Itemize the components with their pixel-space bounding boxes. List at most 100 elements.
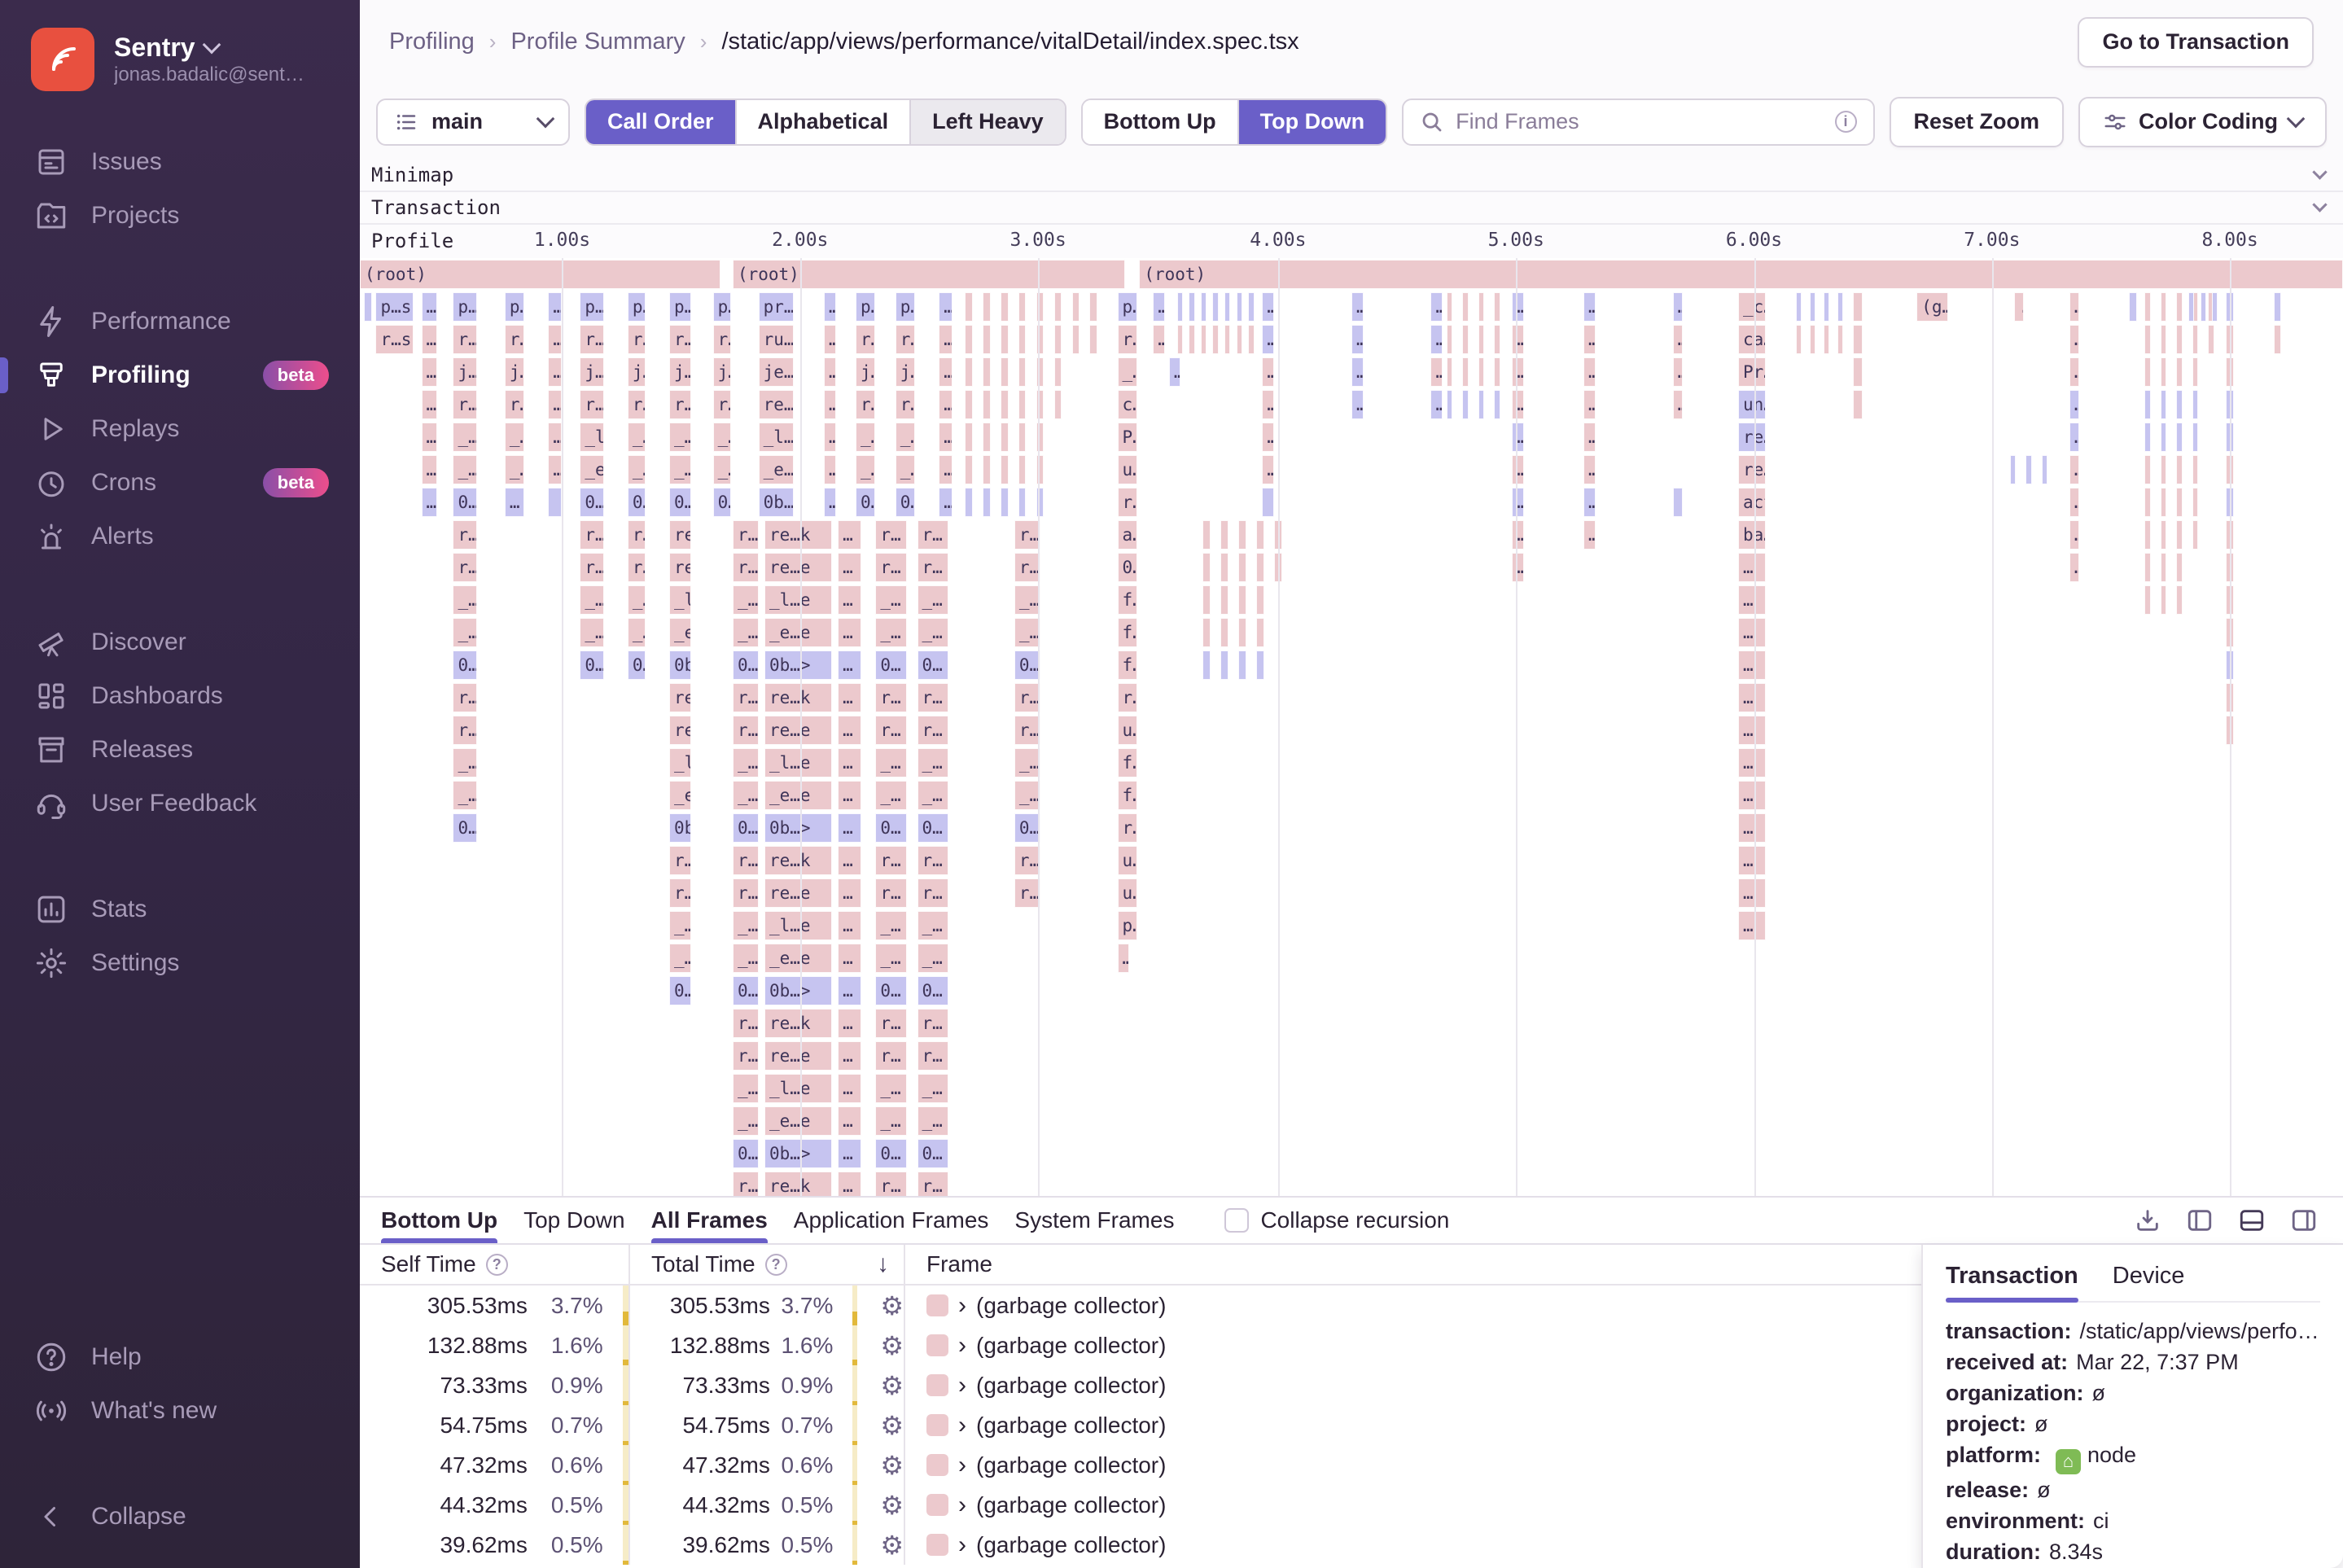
flame-cell[interactable]: r… xyxy=(732,846,759,875)
frame-table-row[interactable]: 47.32ms 0.6% 47.32ms 0.6% ⚙ › (garbage collect… xyxy=(360,1445,1921,1485)
flame-cell[interactable]: … xyxy=(421,357,437,387)
flame-cell[interactable]: … xyxy=(1430,325,1443,354)
flame-cell[interactable]: j…r xyxy=(669,357,691,387)
flame-cell[interactable] xyxy=(2226,716,2234,745)
flame-cell[interactable]: … xyxy=(1512,455,1524,484)
flame-cell[interactable] xyxy=(1176,325,1183,354)
flame-cell[interactable] xyxy=(982,292,991,322)
flame-cell[interactable] xyxy=(2273,292,2282,322)
flame-cell[interactable]: _e…e xyxy=(669,781,691,810)
gear-icon[interactable]: ⚙ xyxy=(880,1370,904,1401)
flame-cell[interactable]: _l…e xyxy=(669,748,691,777)
flame-cell[interactable]: r… xyxy=(875,846,908,875)
flame-cell[interactable] xyxy=(1202,585,1211,615)
flame-cell[interactable] xyxy=(1462,357,1469,387)
flame-cell[interactable]: 0… xyxy=(917,976,949,1005)
flame-cell[interactable] xyxy=(1236,325,1242,354)
flame-cell[interactable] xyxy=(2226,650,2234,680)
flame-cell[interactable] xyxy=(1809,292,1815,322)
flame-cell[interactable]: r… xyxy=(875,683,908,712)
flame-cell[interactable]: j… xyxy=(627,357,646,387)
flame-cell[interactable] xyxy=(1018,325,1027,354)
flame-cell[interactable]: … xyxy=(1583,455,1596,484)
flame-cell[interactable]: _… xyxy=(732,781,759,810)
flame-cell[interactable]: re…k xyxy=(669,683,691,712)
flame-cell[interactable] xyxy=(1053,325,1062,354)
flame-cell[interactable]: r…s xyxy=(580,325,604,354)
flame-cell[interactable]: … xyxy=(2069,390,2079,419)
flame-cell[interactable]: .. xyxy=(1853,292,1863,322)
flame-cell[interactable] xyxy=(2226,455,2234,484)
layout-right-icon[interactable] xyxy=(2289,1207,2319,1234)
flame-cell[interactable] xyxy=(1238,585,1246,615)
flame-cell[interactable]: _… xyxy=(732,944,759,973)
flame-cell[interactable] xyxy=(2144,390,2151,419)
flame-cell[interactable]: re…k xyxy=(764,520,832,550)
flame-cell[interactable] xyxy=(2192,390,2199,419)
breadcrumb-profile-summary[interactable]: Profile Summary xyxy=(510,28,685,55)
flame-cell[interactable]: re…k xyxy=(764,683,832,712)
flame-cell[interactable] xyxy=(1000,488,1009,517)
flame-cell[interactable]: 0… xyxy=(627,650,646,680)
flame-cell[interactable]: p…s xyxy=(1117,292,1137,322)
flame-cell[interactable]: f… xyxy=(1117,748,1137,777)
sidebar-item-whats-new[interactable]: What's new xyxy=(0,1384,360,1438)
transaction-row[interactable]: Transaction xyxy=(360,192,2343,225)
flame-cell[interactable]: … xyxy=(1738,748,1767,777)
flame-cell[interactable]: 0… xyxy=(875,976,908,1005)
flame-cell[interactable] xyxy=(1256,585,1264,615)
flame-cell[interactable] xyxy=(1000,423,1009,452)
flame-cell[interactable] xyxy=(982,390,991,419)
flame-cell[interactable]: j… xyxy=(712,357,731,387)
flame-cell[interactable] xyxy=(1446,357,1453,387)
flame-cell[interactable]: f… xyxy=(1117,650,1137,680)
sidebar-item-crons[interactable]: Crons beta xyxy=(0,456,360,510)
flame-cell[interactable] xyxy=(1462,292,1469,322)
flame-cell[interactable]: r… xyxy=(1117,813,1137,843)
sidebar-item-collapse[interactable]: Collapse xyxy=(0,1490,360,1544)
flame-cell[interactable] xyxy=(2041,455,2048,484)
flame-cell[interactable]: … xyxy=(1738,683,1767,712)
flame-cell[interactable]: un…n xyxy=(1738,390,1767,419)
flame-cell[interactable] xyxy=(2144,357,2151,387)
flame-cell[interactable] xyxy=(2226,585,2234,615)
flame-cell[interactable]: … xyxy=(824,357,836,387)
flame-cell[interactable]: … xyxy=(1512,423,1524,452)
flame-cell[interactable]: _l…e xyxy=(764,585,832,615)
flame-cell[interactable]: … xyxy=(1583,357,1596,387)
flame-cell[interactable] xyxy=(2208,325,2214,354)
flame-cell[interactable]: r… xyxy=(732,520,759,550)
flame-cell[interactable]: ru…s xyxy=(758,325,795,354)
flame-cell[interactable]: … xyxy=(2069,292,2079,322)
total-time-header[interactable]: Total Time xyxy=(651,1251,755,1277)
flame-cell[interactable] xyxy=(2176,325,2183,354)
sidebar-item-stats[interactable]: Stats xyxy=(0,883,360,936)
flame-cell[interactable] xyxy=(2176,390,2183,419)
flame-cell[interactable]: _l…e xyxy=(669,585,691,615)
flame-cell[interactable] xyxy=(548,488,563,517)
flame-cell[interactable]: r… xyxy=(917,1041,949,1071)
flame-cell[interactable]: P… xyxy=(1117,423,1137,452)
flame-cell[interactable]: p… xyxy=(627,292,646,322)
flame-cell[interactable] xyxy=(1036,325,1044,354)
flame-cell[interactable]: ca…n xyxy=(1738,325,1767,354)
flame-cell[interactable]: … xyxy=(1738,585,1767,615)
flame-cell[interactable]: _… xyxy=(917,1074,949,1103)
flame-cell[interactable]: p…s xyxy=(669,292,691,322)
flame-cell[interactable]: … xyxy=(1512,390,1524,419)
flame-cell[interactable]: (g…r) xyxy=(1916,292,1949,322)
flame-cell[interactable]: 0… xyxy=(453,650,477,680)
flame-cell[interactable]: r… xyxy=(875,1009,908,1038)
flame-cell[interactable]: _… xyxy=(627,585,646,615)
flame-cell[interactable]: _e…e xyxy=(764,618,832,647)
flame-cell[interactable] xyxy=(1220,520,1228,550)
flame-cell[interactable] xyxy=(2160,585,2167,615)
flame-cell[interactable]: _… xyxy=(1014,585,1040,615)
flame-cell[interactable]: u… xyxy=(1117,716,1137,745)
flame-cell[interactable]: r… xyxy=(1014,878,1040,908)
frame-table-row[interactable]: 73.33ms 0.9% 73.33ms 0.9% ⚙ › (garbage collect… xyxy=(360,1365,1921,1405)
flame-cell[interactable]: … xyxy=(548,292,563,322)
flame-cell[interactable] xyxy=(1212,325,1219,354)
flame-cell[interactable] xyxy=(2226,553,2234,582)
flame-cell[interactable]: _…e xyxy=(669,423,691,452)
